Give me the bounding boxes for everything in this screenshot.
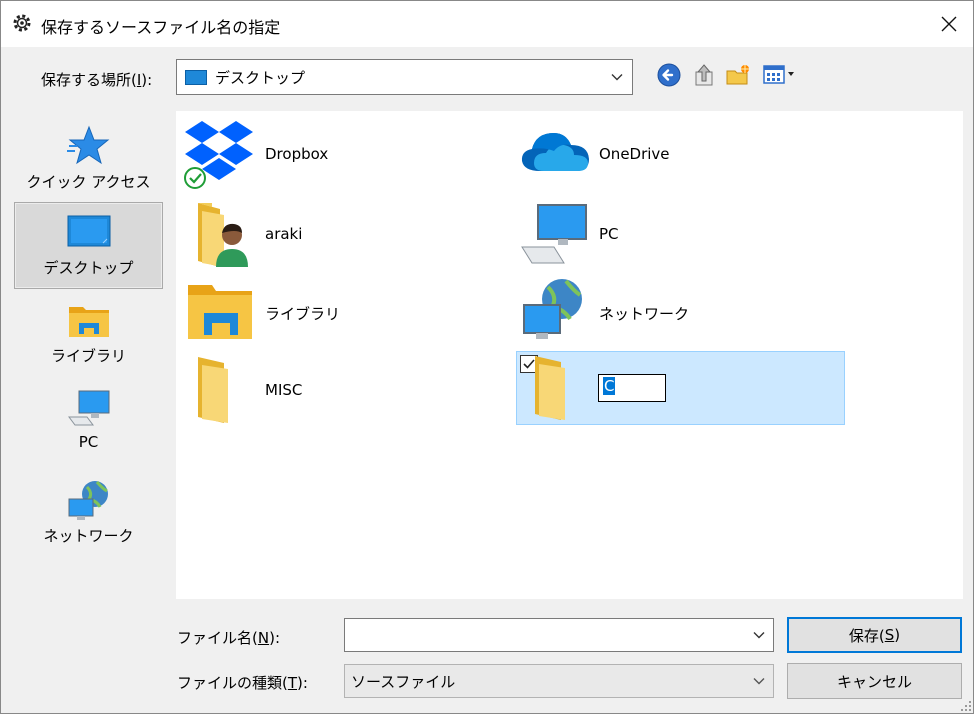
filename-label: ファイル名(N):: [177, 629, 280, 647]
new-folder-icon: [726, 65, 749, 85]
place-desktop[interactable]: デスクトップ: [14, 202, 163, 289]
filetype-value: ソースファイル: [351, 673, 456, 691]
list-item-pc[interactable]: PC: [518, 197, 848, 269]
network-icon: [523, 279, 582, 339]
place-label: ネットワーク: [43, 527, 134, 545]
back-button[interactable]: [655, 61, 683, 89]
item-label: Dropbox: [265, 145, 329, 163]
save-button[interactable]: 保存(S): [787, 617, 962, 653]
filetype-label: ファイルの種類(T):: [177, 674, 308, 692]
cancel-button[interactable]: キャンセル: [787, 663, 962, 699]
place-library[interactable]: ライブラリ: [14, 301, 163, 371]
item-label: PC: [599, 225, 619, 243]
item-label: araki: [265, 225, 303, 243]
location-value: デスクトップ: [215, 69, 306, 87]
new-folder-button[interactable]: [724, 61, 752, 89]
file-list[interactable]: Dropbox OneDrive araki PC ライブラリ ネットワーク M…: [176, 111, 963, 599]
list-item-misc[interactable]: MISC: [184, 353, 514, 425]
list-item-araki[interactable]: araki: [184, 197, 514, 269]
chevron-down-icon: [610, 70, 624, 88]
save-dialog: 保存するソースファイル名の指定 保存する場所(I): デスクトップ クイック ア…: [0, 0, 974, 714]
filetype-select[interactable]: ソースファイル: [344, 664, 774, 698]
library-icon: [68, 307, 109, 337]
view-menu-button[interactable]: [760, 61, 800, 89]
chevron-down-icon: [752, 674, 766, 692]
item-label: ライブラリ: [265, 305, 341, 323]
place-network[interactable]: ネットワーク: [14, 479, 163, 551]
chevron-down-icon[interactable]: [752, 628, 766, 646]
user-folder-icon: [198, 203, 248, 267]
star-icon: [66, 125, 109, 165]
desktop-icon: [67, 215, 110, 247]
window-title: 保存するソースファイル名の指定: [41, 18, 281, 37]
close-button[interactable]: [927, 5, 971, 43]
library-icon: [188, 285, 252, 339]
item-label: ネットワーク: [599, 305, 690, 323]
pc-icon: [67, 390, 109, 426]
filename-input[interactable]: [344, 618, 774, 652]
place-quick-access[interactable]: クイック アクセス: [14, 125, 163, 205]
item-label: OneDrive: [599, 145, 670, 163]
list-item-new-folder[interactable]: C: [516, 351, 845, 425]
place-pc[interactable]: PC: [14, 389, 163, 461]
back-icon: [657, 63, 681, 87]
place-label: デスクトップ: [43, 259, 134, 277]
onedrive-icon: [521, 133, 589, 171]
location-label: 保存する場所(I):: [41, 71, 153, 89]
dropbox-icon: [184, 121, 253, 189]
folder-icon: [535, 356, 565, 420]
up-folder-button[interactable]: [690, 61, 718, 89]
place-label: PC: [78, 433, 99, 451]
pc-icon: [521, 204, 587, 264]
view-menu-icon: [763, 65, 794, 84]
list-item-network[interactable]: ネットワーク: [518, 275, 848, 347]
list-item-onedrive[interactable]: OneDrive: [518, 117, 848, 189]
item-label: MISC: [265, 381, 303, 399]
place-label: ライブラリ: [50, 347, 126, 365]
app-gear-icon: [11, 12, 33, 34]
network-icon: [68, 481, 108, 520]
list-item-library[interactable]: ライブラリ: [184, 275, 514, 347]
close-icon: [941, 16, 957, 32]
title-bar[interactable]: 保存するソースファイル名の指定: [1, 1, 973, 47]
location-combo[interactable]: デスクトップ: [176, 59, 633, 95]
places-bar: クイック アクセス デスクトップ ライブラリ PC ネットワーク: [6, 111, 172, 711]
rename-input[interactable]: C: [598, 374, 666, 402]
list-item-dropbox[interactable]: Dropbox: [184, 117, 514, 189]
up-folder-icon: [695, 64, 713, 86]
folder-icon: [198, 357, 228, 423]
desktop-icon: [185, 70, 207, 85]
place-label: クイック アクセス: [26, 173, 151, 191]
resize-grip-icon[interactable]: [958, 698, 972, 712]
